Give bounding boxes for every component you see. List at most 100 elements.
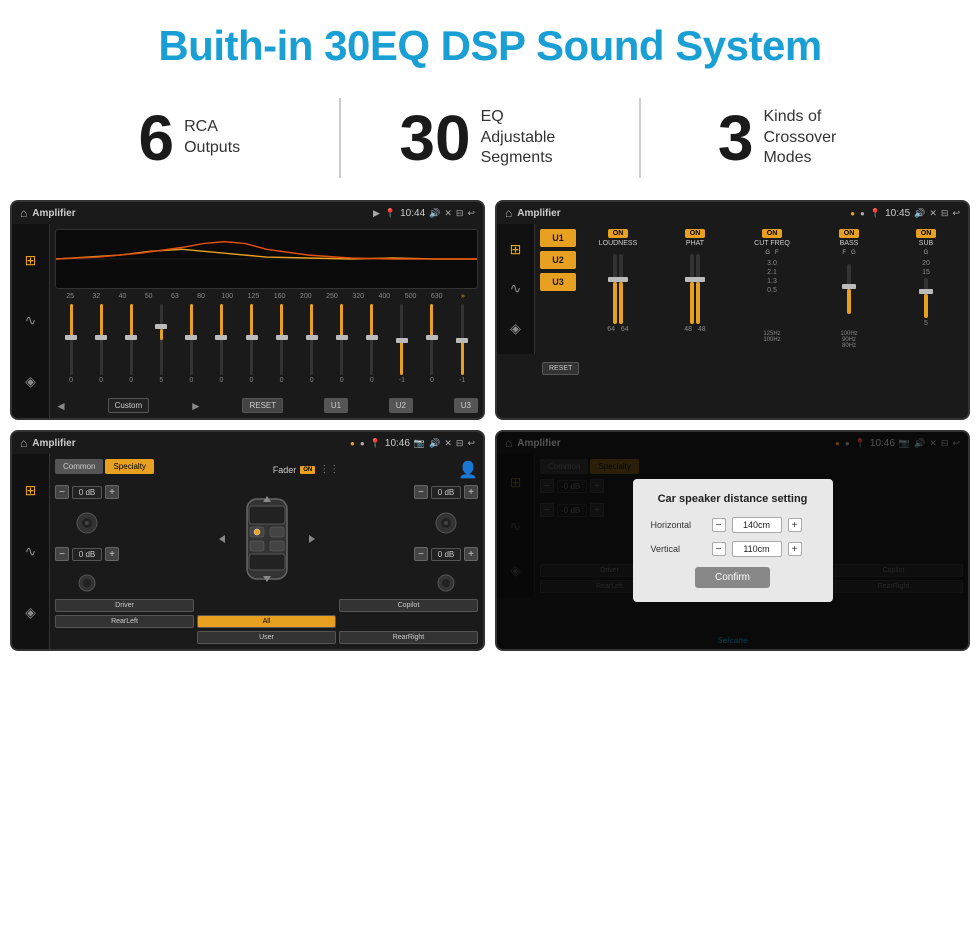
cutfreq-control: ON CUT FREQ G F 3.0 2.1 1.3 0.5 125Hz 10… bbox=[735, 229, 809, 349]
loudness-slider2[interactable] bbox=[619, 254, 623, 324]
slider-3[interactable]: 0 bbox=[117, 304, 145, 384]
slider-2[interactable]: 0 bbox=[87, 304, 115, 384]
home-icon[interactable]: ⌂ bbox=[20, 206, 27, 220]
dialog-vertical-row: Vertical − 110cm + bbox=[651, 541, 815, 557]
slider-8[interactable]: 0 bbox=[268, 304, 296, 384]
speaker-icon-3[interactable]: ◈ bbox=[25, 604, 36, 621]
db-plus-bl[interactable]: + bbox=[105, 547, 119, 561]
u3-preset[interactable]: U3 bbox=[540, 273, 576, 291]
sub-slider[interactable] bbox=[924, 278, 928, 318]
volume-icon-2: 🔊 bbox=[914, 208, 925, 219]
wave-icon-3[interactable]: ∿ bbox=[25, 543, 37, 560]
speaker-icon-tl bbox=[55, 511, 119, 535]
rearleft-btn[interactable]: RearLeft bbox=[55, 615, 194, 628]
screen2-reset-button[interactable]: RESET bbox=[542, 362, 579, 375]
db-plus-tl[interactable]: + bbox=[105, 485, 119, 499]
u1-button[interactable]: U1 bbox=[324, 398, 348, 413]
db-minus-bl[interactable]: − bbox=[55, 547, 69, 561]
copilot-btn[interactable]: Copilot bbox=[339, 599, 478, 612]
camera-icon: 📷 bbox=[414, 438, 425, 449]
user-btn[interactable]: User bbox=[197, 631, 336, 644]
stat-eq-label: EQ AdjustableSegments bbox=[481, 107, 581, 169]
slider-13[interactable]: 0 bbox=[418, 304, 446, 384]
back-icon: ↩ bbox=[467, 208, 475, 219]
eq-icon-2[interactable]: ⊞ bbox=[510, 241, 522, 258]
db-plus-tr[interactable]: + bbox=[464, 485, 478, 499]
fader-toggle[interactable]: ⋮⋮ bbox=[319, 464, 339, 475]
bass-on[interactable]: ON bbox=[839, 229, 860, 238]
db-minus-tr[interactable]: − bbox=[414, 485, 428, 499]
u3-button[interactable]: U3 bbox=[454, 398, 478, 413]
fader-right-header: Fader ON ⋮⋮ bbox=[273, 464, 340, 475]
stat-rca-label: RCAOutputs bbox=[184, 117, 240, 159]
slider-5[interactable]: 0 bbox=[177, 304, 205, 384]
driver-btn[interactable]: Driver bbox=[55, 599, 194, 612]
loudness-on[interactable]: ON bbox=[608, 229, 629, 238]
gps-icon: 📍 bbox=[385, 208, 396, 219]
prev-arrow[interactable]: ◄ bbox=[55, 399, 67, 413]
stat-eq-number: 30 bbox=[399, 106, 470, 170]
rearright-btn[interactable]: RearRight bbox=[339, 631, 478, 644]
common-tab[interactable]: Common bbox=[55, 459, 103, 474]
screen2-reset-area: RESET bbox=[497, 354, 968, 380]
wave-icon-2[interactable]: ∿ bbox=[510, 280, 522, 297]
screen-eq: ⌂ Amplifier ▶ 📍 10:44 🔊 ✕ ⊟ ↩ ⊞ ∿ ◈ bbox=[10, 200, 485, 420]
slider-9[interactable]: 0 bbox=[298, 304, 326, 384]
slider-12[interactable]: -1 bbox=[388, 304, 416, 384]
bass-slider[interactable] bbox=[847, 264, 851, 314]
all-btn[interactable]: All bbox=[197, 615, 336, 628]
db-minus-tl[interactable]: − bbox=[55, 485, 69, 499]
fader-main: Common Specialty Fader ON ⋮⋮ 👤 bbox=[50, 454, 483, 649]
cutfreq-on[interactable]: ON bbox=[762, 229, 783, 238]
speaker-icon[interactable]: ◈ bbox=[25, 373, 36, 390]
db-minus-br[interactable]: − bbox=[414, 547, 428, 561]
phat-on[interactable]: ON bbox=[685, 229, 706, 238]
wave-icon[interactable]: ∿ bbox=[25, 312, 37, 329]
loudness-control: ON LOUDNESS bbox=[581, 229, 655, 349]
slider-10[interactable]: 0 bbox=[328, 304, 356, 384]
slider-7[interactable]: 0 bbox=[237, 304, 265, 384]
slider-11[interactable]: 0 bbox=[358, 304, 386, 384]
vertical-label: Vertical bbox=[651, 544, 706, 554]
slider-6[interactable]: 0 bbox=[207, 304, 235, 384]
vertical-plus[interactable]: + bbox=[788, 542, 802, 556]
reset-button[interactable]: RESET bbox=[242, 398, 283, 413]
screen2-app-name: Amplifier bbox=[517, 208, 845, 219]
next-arrow[interactable]: ► bbox=[190, 399, 202, 413]
profile-icon[interactable]: 👤 bbox=[458, 460, 478, 480]
custom-preset[interactable]: Custom bbox=[108, 398, 150, 413]
stat-divider-1 bbox=[339, 98, 341, 178]
horizontal-label: Horizontal bbox=[651, 520, 706, 530]
bass-sub: F G bbox=[842, 250, 855, 256]
speaker-icon-2[interactable]: ◈ bbox=[510, 320, 521, 337]
phat-slider2[interactable] bbox=[696, 254, 700, 324]
db-plus-br[interactable]: + bbox=[464, 547, 478, 561]
home-icon-3[interactable]: ⌂ bbox=[20, 436, 27, 450]
freq-expand[interactable]: » bbox=[450, 293, 476, 300]
screen1-app-name: Amplifier bbox=[32, 208, 368, 219]
speaker-icon-tr bbox=[414, 511, 478, 535]
vertical-minus[interactable]: − bbox=[712, 542, 726, 556]
phat-slider1[interactable] bbox=[690, 254, 694, 324]
sub-on[interactable]: ON bbox=[916, 229, 937, 238]
u2-preset[interactable]: U2 bbox=[540, 251, 576, 269]
loudness-slider1[interactable] bbox=[613, 254, 617, 324]
specialty-tab[interactable]: Specialty bbox=[105, 459, 153, 474]
eq-sliders-area: 0 0 bbox=[55, 304, 478, 394]
slider-14[interactable]: -1 bbox=[448, 304, 476, 384]
u1-preset[interactable]: U1 bbox=[540, 229, 576, 247]
distance-dialog: Car speaker distance setting Horizontal … bbox=[633, 479, 833, 602]
home-icon-2[interactable]: ⌂ bbox=[505, 206, 512, 220]
screen1-statusbar: ⌂ Amplifier ▶ 📍 10:44 🔊 ✕ ⊟ ↩ bbox=[12, 202, 483, 224]
screen2-content: ⊞ ∿ ◈ U1 U2 U3 ON LOUDNESS bbox=[497, 224, 968, 354]
slider-1[interactable]: 0 bbox=[57, 304, 85, 384]
eq-icon-3[interactable]: ⊞ bbox=[25, 482, 37, 499]
horizontal-minus[interactable]: − bbox=[712, 518, 726, 532]
fader-on[interactable]: ON bbox=[300, 466, 315, 474]
confirm-button[interactable]: Confirm bbox=[695, 567, 770, 588]
eq-icon[interactable]: ⊞ bbox=[25, 252, 37, 269]
u2-button[interactable]: U2 bbox=[389, 398, 413, 413]
horizontal-plus[interactable]: + bbox=[788, 518, 802, 532]
slider-4[interactable]: 5 bbox=[147, 304, 175, 384]
freq-250: 250 bbox=[319, 293, 345, 300]
